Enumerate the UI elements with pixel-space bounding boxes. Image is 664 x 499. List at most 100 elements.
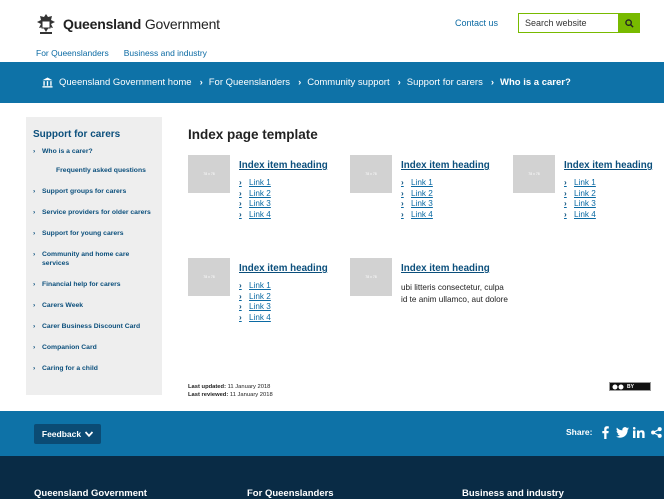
chevron-right-icon: › [239,199,242,208]
chevron-right-icon: › [397,77,401,88]
sidebar-item-carers-week[interactable]: › Carers Week [26,301,162,310]
index-item: 78 x 78 Index item heading ubi litteris … [350,258,511,306]
index-item-heading[interactable]: Index item heading [239,160,328,171]
section-nav-title[interactable]: Support for carers [26,129,162,140]
chevron-right-icon: › [298,77,302,88]
index-item-link[interactable]: › Link 3 [239,302,328,313]
footer-heading-business-industry[interactable]: Business and industry [462,488,564,499]
topnav-business-industry[interactable]: Business and industry [124,48,207,58]
chevron-right-icon: › [239,281,242,290]
index-item-link[interactable]: › Link 1 [239,178,328,189]
page-dates: Last updated: 11 January 2018 Last revie… [188,383,273,399]
index-item-link[interactable]: › Link 3 [401,199,490,210]
chevron-right-icon: › [33,251,36,258]
sidebar-item-who-is-a-carer[interactable]: › Who is a carer? [26,147,162,156]
chevron-right-icon: › [239,291,242,301]
chevron-right-icon: › [564,199,567,208]
sidebar-subitem-faq[interactable]: Frequently asked questions [26,166,162,175]
breadcrumb-home[interactable]: Queensland Government home [42,77,192,88]
government-building-icon [42,77,53,88]
chevron-right-icon: › [33,188,36,195]
index-item-link[interactable]: › Link 4 [564,210,653,221]
twitter-icon[interactable] [615,425,629,439]
thumbnail-placeholder: 78 x 78 [350,258,392,296]
feedback-button[interactable]: Feedback [34,424,101,444]
chevron-right-icon: › [564,178,567,187]
search-box [518,13,640,33]
index-item: 78 x 78 Index item heading › Link 1 › Link… [188,155,328,220]
chevron-right-icon: › [33,365,36,372]
index-item-link[interactable]: › Link 2 [239,189,328,200]
index-item: 78 x 78 Index item heading › Link 1 › Link… [350,155,490,220]
sidebar-item-community-home-care[interactable]: › Community and home care services [26,250,144,268]
index-item-link[interactable]: › Link 4 [239,313,328,324]
sidebar-item-service-providers[interactable]: › Service providers for older carers [26,208,162,217]
index-item-heading[interactable]: Index item heading [401,160,490,171]
facebook-icon[interactable] [598,425,612,439]
breadcrumb-community-support[interactable]: › Community support [290,77,390,88]
index-item-link[interactable]: › Link 1 [564,178,653,189]
breadcrumb-current: › Who is a carer? [490,77,571,88]
index-item-link[interactable]: › Link 1 [239,281,328,292]
index-item-link[interactable]: › Link 2 [401,189,490,200]
chevron-right-icon: › [33,209,36,216]
chevron-right-icon: › [239,209,242,219]
creative-commons-badge[interactable]: BY [609,382,651,391]
topnav-for-queenslanders[interactable]: For Queenslanders [36,48,109,58]
index-item: 78 x 78 Index item heading › Link 1 › Link… [188,258,328,323]
sidebar-item-business-discount-card[interactable]: › Carer Business Discount Card [26,322,162,331]
sidebar-item-companion-card[interactable]: › Companion Card [26,343,162,352]
index-item-link[interactable]: › Link 3 [564,199,653,210]
footer-heading-for-queenslanders[interactable]: For Queenslanders [247,488,334,499]
chevron-right-icon: › [401,178,404,187]
index-item-link[interactable]: › Link 1 [401,178,490,189]
chevron-right-icon: › [33,323,36,330]
share-icon[interactable] [649,425,663,439]
breadcrumb-for-queenslanders[interactable]: › For Queenslanders [192,77,291,88]
chevron-right-icon: › [564,188,567,198]
creative-commons-icon [612,384,624,389]
chevron-right-icon: › [401,188,404,198]
logo-text: Queensland Government [63,16,220,32]
chevron-right-icon: › [239,302,242,311]
chevron-right-icon: › [33,344,36,351]
thumbnail-placeholder: 78 x 78 [188,258,230,296]
index-item-link[interactable]: › Link 2 [239,292,328,303]
site-footer: Queensland Government For Queenslanders … [0,456,664,499]
index-item-description: ubi litteris consectetur, culpa id te an… [401,283,508,304]
last-updated: Last updated: 11 January 2018 [188,384,271,390]
chevron-right-icon: › [239,188,242,198]
index-item-link[interactable]: › Link 2 [564,189,653,200]
index-item-heading[interactable]: Index item heading [401,263,490,274]
chevron-right-icon: › [33,281,36,288]
chevron-right-icon: › [239,178,242,187]
thumbnail-placeholder: 78 x 78 [513,155,555,193]
search-input[interactable] [519,14,618,32]
sidebar-item-financial-help[interactable]: › Financial help for carers [26,280,162,289]
index-item-link[interactable]: › Link 3 [239,199,328,210]
footer-heading-queensland-government[interactable]: Queensland Government [34,488,147,499]
index-item-heading[interactable]: Index item heading [564,160,653,171]
search-button[interactable] [618,13,640,33]
index-item: 78 x 78 Index item heading › Link 1 › Link… [513,155,653,220]
breadcrumb-support-for-carers[interactable]: › Support for carers [390,77,483,88]
chevron-right-icon: › [239,312,242,322]
sidebar-item-support-groups[interactable]: › Support groups for carers [26,187,162,196]
chevron-right-icon: › [401,209,404,219]
share-label: Share: [566,427,593,437]
index-item-heading[interactable]: Index item heading [239,263,328,274]
coat-of-arms-icon [37,14,55,34]
sidebar-item-caring-for-child[interactable]: › Caring for a child [26,364,162,373]
index-item-link[interactable]: › Link 4 [401,210,490,221]
index-item-link[interactable]: › Link 4 [239,210,328,221]
linkedin-icon[interactable] [632,425,646,439]
chevron-right-icon: › [199,77,203,88]
contact-us-link[interactable]: Contact us [455,18,498,28]
chevron-right-icon: › [490,77,494,88]
thumbnail-placeholder: 78 x 78 [350,155,392,193]
chevron-right-icon: › [33,148,36,155]
breadcrumb: Queensland Government home › For Queensla… [0,62,664,103]
site-logo[interactable]: Queensland Government [34,12,220,36]
chevron-down-icon [85,431,94,437]
sidebar-item-young-carers[interactable]: › Support for young carers [26,229,162,238]
